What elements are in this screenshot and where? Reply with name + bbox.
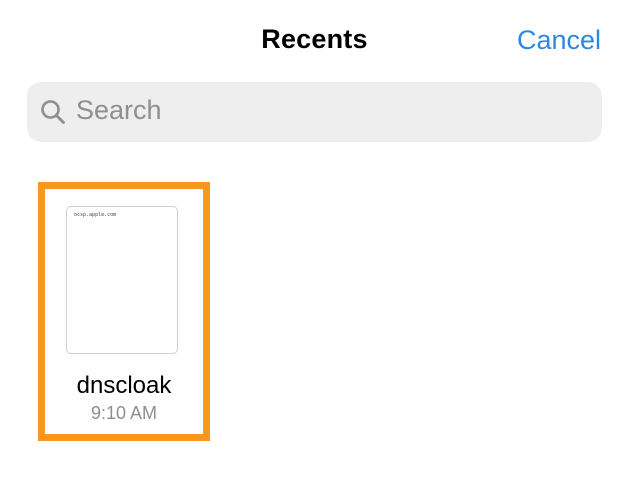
file-timestamp: 9:10 AM (90, 403, 158, 423)
file-thumbnail: ocsp.apple.com (66, 206, 178, 354)
search-placeholder: Search (76, 95, 162, 125)
file-item-dnscloak[interactable]: ocsp.apple.com dnscloak 9:10 AM (38, 182, 210, 441)
file-name: dnscloak (76, 372, 172, 399)
search-icon (41, 100, 65, 124)
search-input[interactable]: Search (27, 82, 602, 142)
thumbnail-preview-text: ocsp.apple.com (74, 212, 117, 218)
cancel-button[interactable]: Cancel (517, 25, 601, 56)
